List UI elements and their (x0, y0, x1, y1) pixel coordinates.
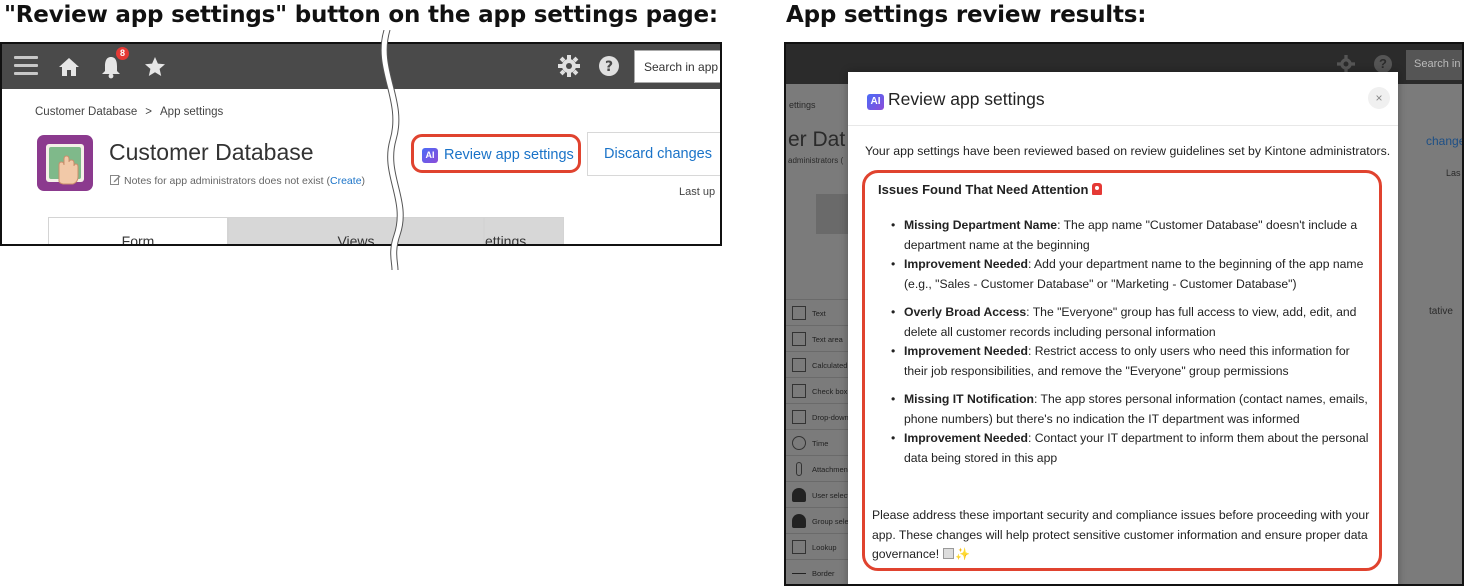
help-icon[interactable]: ? (598, 55, 620, 77)
dialog-divider (848, 125, 1398, 126)
close-icon[interactable]: × (1368, 87, 1390, 109)
highlight-ring (862, 170, 1382, 571)
svg-text:?: ? (605, 59, 613, 75)
group-icon (792, 514, 806, 528)
palette-item: Calculated (786, 351, 848, 378)
dimmed-help-icon: ? (1374, 55, 1392, 73)
palette-item: Drop-down (786, 403, 848, 430)
palette-item-label: Text area (812, 335, 843, 344)
user-icon (792, 488, 806, 502)
dimmed-breadcrumb: ettings (789, 100, 816, 110)
checkbox-icon (792, 384, 806, 398)
review-intro-text: Your app settings have been reviewed bas… (865, 144, 1391, 158)
app-settings-page: 8 ? Search in app Customer Database > App … (0, 42, 722, 246)
last-updated-text: Last up (679, 186, 716, 198)
highlight-ring (411, 134, 581, 173)
palette-item-label: Border (812, 569, 835, 578)
cut-line-divider (380, 30, 404, 270)
palette-item-label: Drop-down (812, 413, 848, 422)
text-field-icon (792, 306, 806, 320)
palette-item: Attachment (786, 455, 848, 482)
ai-icon: AI (867, 94, 884, 110)
app-title: Customer Database (109, 139, 314, 165)
palette-item: Group selection (786, 507, 848, 534)
dimmed-search-input: Search in (1406, 50, 1462, 80)
palette-item: Check box (786, 377, 848, 404)
palette-item-label: Lookup (812, 543, 837, 552)
tab-views[interactable]: Views (228, 217, 484, 244)
home-icon[interactable] (58, 56, 80, 78)
palette-item-label: Text (812, 309, 826, 318)
breadcrumb: Customer Database > App settings (35, 106, 223, 118)
discard-changes-button[interactable]: Discard changes (587, 132, 720, 176)
dimmed-last-updated: Las (1446, 168, 1461, 178)
dialog-title: AI Review app settings (867, 89, 1045, 110)
dimmed-discard-link: change (1426, 134, 1464, 148)
palette-item: Text (786, 299, 848, 326)
dimmed-admin-notes: administrators ( (788, 156, 844, 165)
dialog-title-text: Review app settings (888, 89, 1045, 109)
gear-icon[interactable] (558, 55, 580, 77)
search-input[interactable]: Search in app (634, 50, 720, 83)
breadcrumb-app-link[interactable]: Customer Database (35, 106, 137, 118)
clock-icon (792, 436, 806, 450)
hand-card-icon (46, 144, 84, 185)
top-navigation-bar: 8 ? Search in app (2, 44, 720, 89)
text-area-icon (792, 332, 806, 346)
create-notes-link[interactable]: Create (330, 175, 362, 187)
right-caption: App settings review results: (786, 2, 1147, 28)
dropdown-icon (792, 410, 806, 424)
dimmed-field-label: tative (1429, 306, 1453, 317)
dimmed-gear-icon (1337, 55, 1355, 73)
palette-item-label: Group selection (812, 517, 848, 526)
hamburger-menu-icon[interactable] (14, 56, 38, 76)
palette-item: Time (786, 429, 848, 456)
notification-count-badge: 8 (116, 47, 129, 60)
palette-item: Lookup (786, 533, 848, 560)
palette-item-label: Calculated (812, 361, 848, 370)
calculator-icon (792, 358, 806, 372)
review-results-screen: ? Search in ettings er Dat administrator… (784, 42, 1464, 586)
palette-item: Border (786, 559, 848, 584)
tab-form[interactable]: Form (48, 217, 228, 244)
lookup-icon (792, 540, 806, 554)
notes-text: Notes for app administrators does not ex… (124, 175, 331, 187)
palette-item: Text area (786, 325, 848, 352)
app-icon (37, 135, 93, 191)
border-line-icon (792, 573, 806, 574)
app-admin-notes: Notes for app administrators does not ex… (110, 174, 365, 187)
dimmed-app-title: er Dat (788, 128, 846, 151)
breadcrumb-separator: > (145, 106, 152, 118)
palette-item-label: Check box (812, 387, 848, 396)
palette-item-label: Time (812, 439, 829, 448)
palette-item-label: User selection (812, 491, 848, 500)
star-icon[interactable] (144, 56, 166, 78)
review-app-settings-dialog: AI Review app settings × Your app setting… (848, 72, 1398, 584)
palette-item: User selection (786, 481, 848, 508)
edit-note-icon (110, 175, 121, 185)
paperclip-icon (796, 462, 802, 476)
dimmed-field-palette: Text Text area Calculated Check box Drop… (786, 299, 848, 584)
left-caption: "Review app settings" button on the app … (4, 2, 718, 28)
tab-settings[interactable]: ettings (484, 217, 564, 244)
palette-item-label: Attachment (812, 465, 848, 474)
breadcrumb-current: App settings (160, 106, 224, 118)
